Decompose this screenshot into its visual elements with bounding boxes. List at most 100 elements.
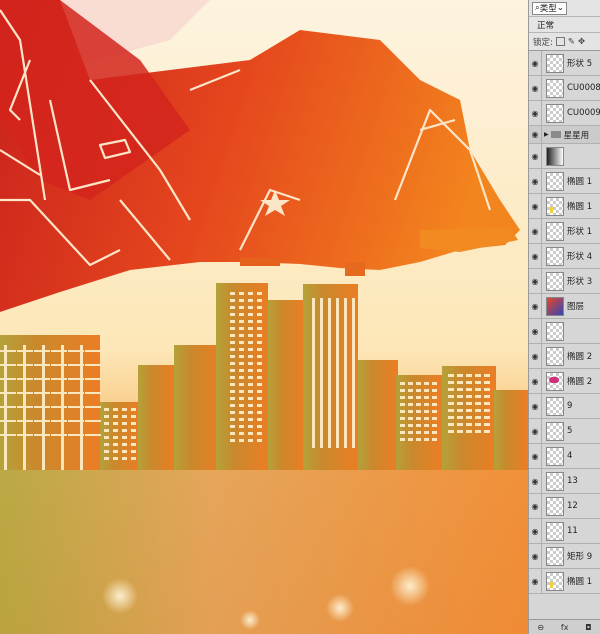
window <box>113 429 118 432</box>
document-canvas[interactable] <box>0 0 528 634</box>
window <box>239 411 244 414</box>
window <box>257 306 262 309</box>
window <box>131 415 136 418</box>
visibility-eye-icon[interactable]: ◉ <box>529 227 541 236</box>
window <box>239 355 244 358</box>
window-stripe <box>336 298 339 448</box>
layer-filter-dropdown[interactable]: ⌕ 类型 ⌄ <box>532 1 567 15</box>
visibility-eye-icon[interactable]: ◉ <box>529 177 541 186</box>
window <box>0 406 16 408</box>
layer-group-row[interactable]: ◉ ▶ 星星用 <box>529 126 600 144</box>
layer-row[interactable]: ◉ 13 <box>529 469 600 494</box>
move-lock-icon[interactable]: ✥ <box>578 37 585 47</box>
window <box>257 362 262 365</box>
visibility-eye-icon[interactable]: ◉ <box>529 327 541 336</box>
visibility-eye-icon[interactable]: ◉ <box>529 427 541 436</box>
layer-row[interactable]: ◉ 形状 3 <box>529 269 600 294</box>
layer-row[interactable]: ◉ 图层 <box>529 294 600 319</box>
visibility-eye-icon[interactable]: ◉ <box>529 84 541 93</box>
window <box>432 396 437 399</box>
layer-row[interactable]: ◉ 椭圆 1 <box>529 169 600 194</box>
visibility-eye-icon[interactable]: ◉ <box>529 202 541 211</box>
layer-row[interactable]: ◉ 形状 4 <box>529 244 600 269</box>
window <box>85 392 101 394</box>
window <box>248 397 253 400</box>
visibility-eye-icon[interactable]: ◉ <box>529 152 541 161</box>
window <box>466 395 472 398</box>
layer-row[interactable]: ◉ 椭圆 2 <box>529 344 600 369</box>
window <box>51 420 67 422</box>
layer-row[interactable]: ◉ 形状 5 <box>529 51 600 76</box>
row-separator <box>541 169 542 193</box>
layer-thumbnail <box>546 103 564 123</box>
row-separator <box>541 269 542 293</box>
window <box>0 378 16 380</box>
window <box>68 350 84 352</box>
layer-row[interactable]: ◉ CU0009 <box>529 101 600 126</box>
window <box>17 434 33 436</box>
layer-row[interactable]: ◉ 4 <box>529 444 600 469</box>
window <box>122 415 127 418</box>
visibility-eye-icon[interactable]: ◉ <box>529 402 541 411</box>
window <box>424 417 429 420</box>
row-separator <box>541 51 542 75</box>
window <box>257 292 262 295</box>
window <box>230 299 235 302</box>
link-layers-icon[interactable]: ⊖ <box>537 623 544 632</box>
layer-row[interactable]: ◉ 形状 1 <box>529 219 600 244</box>
window <box>424 403 429 406</box>
visibility-eye-icon[interactable]: ◉ <box>529 552 541 561</box>
window <box>484 423 490 426</box>
layer-row[interactable]: ◉ 椭圆 1 <box>529 194 600 219</box>
window <box>257 425 262 428</box>
expand-triangle-icon[interactable]: ▶ <box>544 131 549 138</box>
visibility-eye-icon[interactable]: ◉ <box>529 527 541 536</box>
visibility-eye-icon[interactable]: ◉ <box>529 130 541 139</box>
visibility-eye-icon[interactable]: ◉ <box>529 302 541 311</box>
window <box>230 418 235 421</box>
visibility-eye-icon[interactable]: ◉ <box>529 277 541 286</box>
layer-row[interactable]: ◉ 椭圆 1 <box>529 569 600 594</box>
layer-row[interactable]: ◉ CU0008 <box>529 76 600 101</box>
lock-transparent-icon[interactable] <box>555 37 565 46</box>
window <box>230 432 235 435</box>
row-separator <box>541 344 542 368</box>
window <box>239 362 244 365</box>
blend-mode-dropdown[interactable]: 正常 <box>529 17 600 33</box>
visibility-eye-icon[interactable]: ◉ <box>529 252 541 261</box>
layer-row[interactable]: ◉ 5 <box>529 419 600 444</box>
window <box>484 409 490 412</box>
visibility-eye-icon[interactable]: ◉ <box>529 109 541 118</box>
layer-row[interactable]: ◉ 12 <box>529 494 600 519</box>
window <box>466 423 472 426</box>
visibility-eye-icon[interactable]: ◉ <box>529 59 541 68</box>
mask-icon[interactable]: ◘ <box>585 623 591 632</box>
layer-thumbnail <box>546 196 564 216</box>
window <box>457 402 463 405</box>
visibility-eye-icon[interactable]: ◉ <box>529 502 541 511</box>
layer-row[interactable]: ◉ 9 <box>529 394 600 419</box>
window <box>239 369 244 372</box>
window <box>408 431 413 434</box>
visibility-eye-icon[interactable]: ◉ <box>529 352 541 361</box>
layer-row[interactable]: ◉ <box>529 144 600 169</box>
visibility-eye-icon[interactable]: ◉ <box>529 377 541 386</box>
window <box>104 408 109 411</box>
row-separator <box>541 244 542 268</box>
layer-row[interactable]: ◉ 11 <box>529 519 600 544</box>
row-separator <box>541 219 542 243</box>
visibility-eye-icon[interactable]: ◉ <box>529 477 541 486</box>
visibility-eye-icon[interactable]: ◉ <box>529 577 541 586</box>
layer-thumbnail <box>546 78 564 98</box>
layer-row[interactable]: ◉ 椭圆 2 <box>529 369 600 394</box>
window <box>448 402 454 405</box>
layer-row[interactable]: ◉ <box>529 319 600 344</box>
window <box>416 389 421 392</box>
brush-lock-icon[interactable]: ✎ <box>568 37 575 47</box>
window <box>457 388 463 391</box>
fx-button[interactable]: fx <box>561 623 569 632</box>
window <box>85 406 101 408</box>
row-separator <box>541 419 542 443</box>
layer-row[interactable]: ◉ 矩形 9 <box>529 544 600 569</box>
visibility-eye-icon[interactable]: ◉ <box>529 452 541 461</box>
